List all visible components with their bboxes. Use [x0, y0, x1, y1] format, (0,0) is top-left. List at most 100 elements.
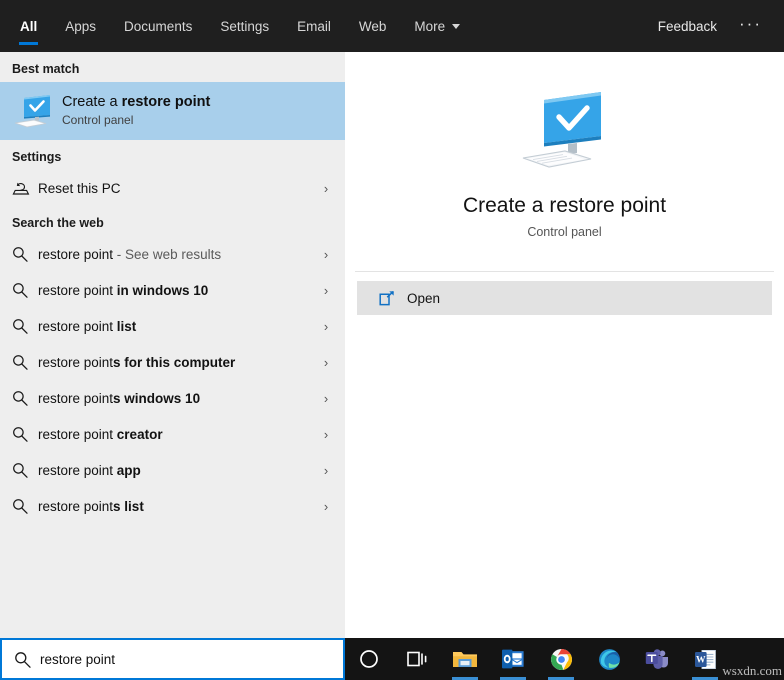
best-match-text: Create a restore point Control panel — [62, 93, 210, 129]
preview-card: Create a restore point Control panel — [345, 52, 784, 239]
word-icon[interactable]: W — [681, 638, 729, 680]
tab-settings[interactable]: Settings — [206, 0, 283, 52]
web-suggestion-row[interactable]: restore point - See web results › — [0, 236, 345, 272]
tab-label: Email — [297, 18, 331, 34]
search-icon — [12, 246, 38, 262]
result-label-bold: s list — [113, 498, 144, 514]
tab-label: More — [414, 18, 446, 34]
web-suggestion-row[interactable]: restore point in windows 10 › — [0, 272, 345, 308]
search-icon — [12, 426, 38, 442]
web-suggestion-row[interactable]: restore point creator › — [0, 416, 345, 452]
preview-divider — [355, 271, 774, 272]
file-explorer-icon[interactable] — [441, 638, 489, 680]
chevron-right-icon: › — [323, 282, 329, 298]
restore-point-icon — [517, 86, 613, 183]
result-label: restore point list — [38, 319, 317, 334]
settings-results: Reset this PC › — [0, 170, 345, 206]
result-label-plain: restore point — [38, 318, 117, 334]
chevron-right-icon: › — [323, 390, 329, 406]
tab-apps[interactable]: Apps — [51, 0, 110, 52]
tab-label: Documents — [124, 18, 193, 34]
restore-point-icon — [12, 90, 54, 132]
preview-pane: Create a restore point Control panel Ope… — [345, 52, 784, 638]
search-icon — [12, 462, 38, 478]
tab-label: Web — [358, 18, 387, 34]
tab-email[interactable]: Email — [283, 0, 345, 52]
open-external-icon — [379, 290, 407, 307]
preview-title: Create a restore point — [462, 194, 667, 217]
result-label-text: Reset this PC — [38, 180, 121, 196]
chevron-right-icon: › — [323, 318, 329, 334]
best-match-item[interactable]: Create a restore point Control panel — [0, 82, 345, 140]
result-label: restore point app — [38, 463, 317, 478]
best-match-title-bold: restore point — [121, 94, 211, 111]
best-match-title-plain: Create a — [62, 94, 122, 111]
search-input[interactable] — [40, 651, 320, 667]
tab-web[interactable]: Web — [345, 0, 401, 52]
result-label: restore points for this computer — [38, 355, 317, 370]
tab-all[interactable]: All — [6, 0, 51, 52]
result-label: restore point - See web results — [38, 247, 317, 262]
watermark-text: wsxdn.com — [722, 663, 782, 678]
best-match-subtitle: Control panel — [62, 113, 134, 128]
open-action-label: Open — [407, 290, 441, 306]
search-filter-bar: All Apps Documents Settings Email Web More Fee… — [0, 0, 784, 52]
result-label: restore point in windows 10 — [38, 283, 317, 298]
more-options-icon[interactable]: ··· — [729, 15, 772, 38]
chevron-right-icon: › — [323, 180, 329, 196]
result-label-plain: restore point — [38, 354, 114, 370]
tab-label: Settings — [220, 18, 270, 34]
result-label-plain: restore point — [38, 498, 114, 514]
search-icon — [12, 318, 38, 334]
best-match-title: Create a restore point — [62, 93, 210, 111]
result-label-bold: in windows 10 — [116, 282, 209, 298]
outlook-icon[interactable] — [489, 638, 537, 680]
result-label-plain: restore point — [38, 282, 117, 298]
result-label-plain: restore point — [38, 246, 114, 262]
windows-search-flyout: All Apps Documents Settings Email Web More Fee… — [0, 0, 784, 680]
search-the-web-heading: Search the web — [12, 216, 104, 230]
result-label: Reset this PC — [38, 181, 317, 196]
result-label-plain: restore point — [38, 462, 117, 478]
preview-subtitle: Control panel — [527, 225, 602, 239]
feedback-button[interactable]: Feedback — [646, 19, 729, 34]
web-suggestion-row[interactable]: restore point list › — [0, 308, 345, 344]
tab-label: Apps — [65, 18, 97, 34]
chevron-down-icon — [452, 23, 461, 29]
result-label-plain: restore point — [38, 426, 117, 442]
result-label-bold: creator — [116, 426, 163, 442]
open-action-button[interactable]: Open — [357, 281, 772, 315]
best-match-heading: Best match — [12, 62, 80, 76]
chrome-icon[interactable] — [537, 638, 585, 680]
search-box[interactable] — [0, 638, 345, 680]
settings-result-row[interactable]: Reset this PC › — [0, 170, 345, 206]
result-label-bold: s for this computer — [113, 354, 236, 370]
search-icon — [12, 354, 38, 370]
result-label: restore point creator — [38, 427, 317, 442]
result-label: restore points list — [38, 499, 317, 514]
search-icon — [12, 282, 38, 298]
chevron-right-icon: › — [323, 498, 329, 514]
reset-pc-icon — [12, 180, 38, 197]
cortana-icon[interactable] — [345, 638, 393, 680]
search-icon — [12, 498, 38, 514]
web-suggestions-list: restore point - See web results › restore … — [0, 236, 345, 524]
result-label-plain: restore point — [38, 390, 114, 406]
taskbar: W wsxdn.com — [0, 638, 784, 680]
web-suggestion-row[interactable]: restore points windows 10 › — [0, 380, 345, 416]
tab-documents[interactable]: Documents — [110, 0, 206, 52]
chevron-right-icon: › — [323, 462, 329, 478]
web-suggestion-row[interactable]: restore point app › — [0, 452, 345, 488]
tab-more[interactable]: More — [400, 0, 474, 52]
chevron-right-icon: › — [323, 354, 329, 370]
tab-label: All — [20, 18, 38, 34]
edge-icon[interactable] — [585, 638, 633, 680]
results-list-pane: Best match Create a restore point Contro… — [0, 52, 345, 638]
result-label-suffix: - See web results — [113, 246, 222, 262]
task-view-icon[interactable] — [393, 638, 441, 680]
teams-icon[interactable] — [633, 638, 681, 680]
search-icon — [12, 390, 38, 406]
web-suggestion-row[interactable]: restore points list › — [0, 488, 345, 524]
topbar-right-actions: Feedback ··· — [646, 0, 784, 52]
web-suggestion-row[interactable]: restore points for this computer › — [0, 344, 345, 380]
